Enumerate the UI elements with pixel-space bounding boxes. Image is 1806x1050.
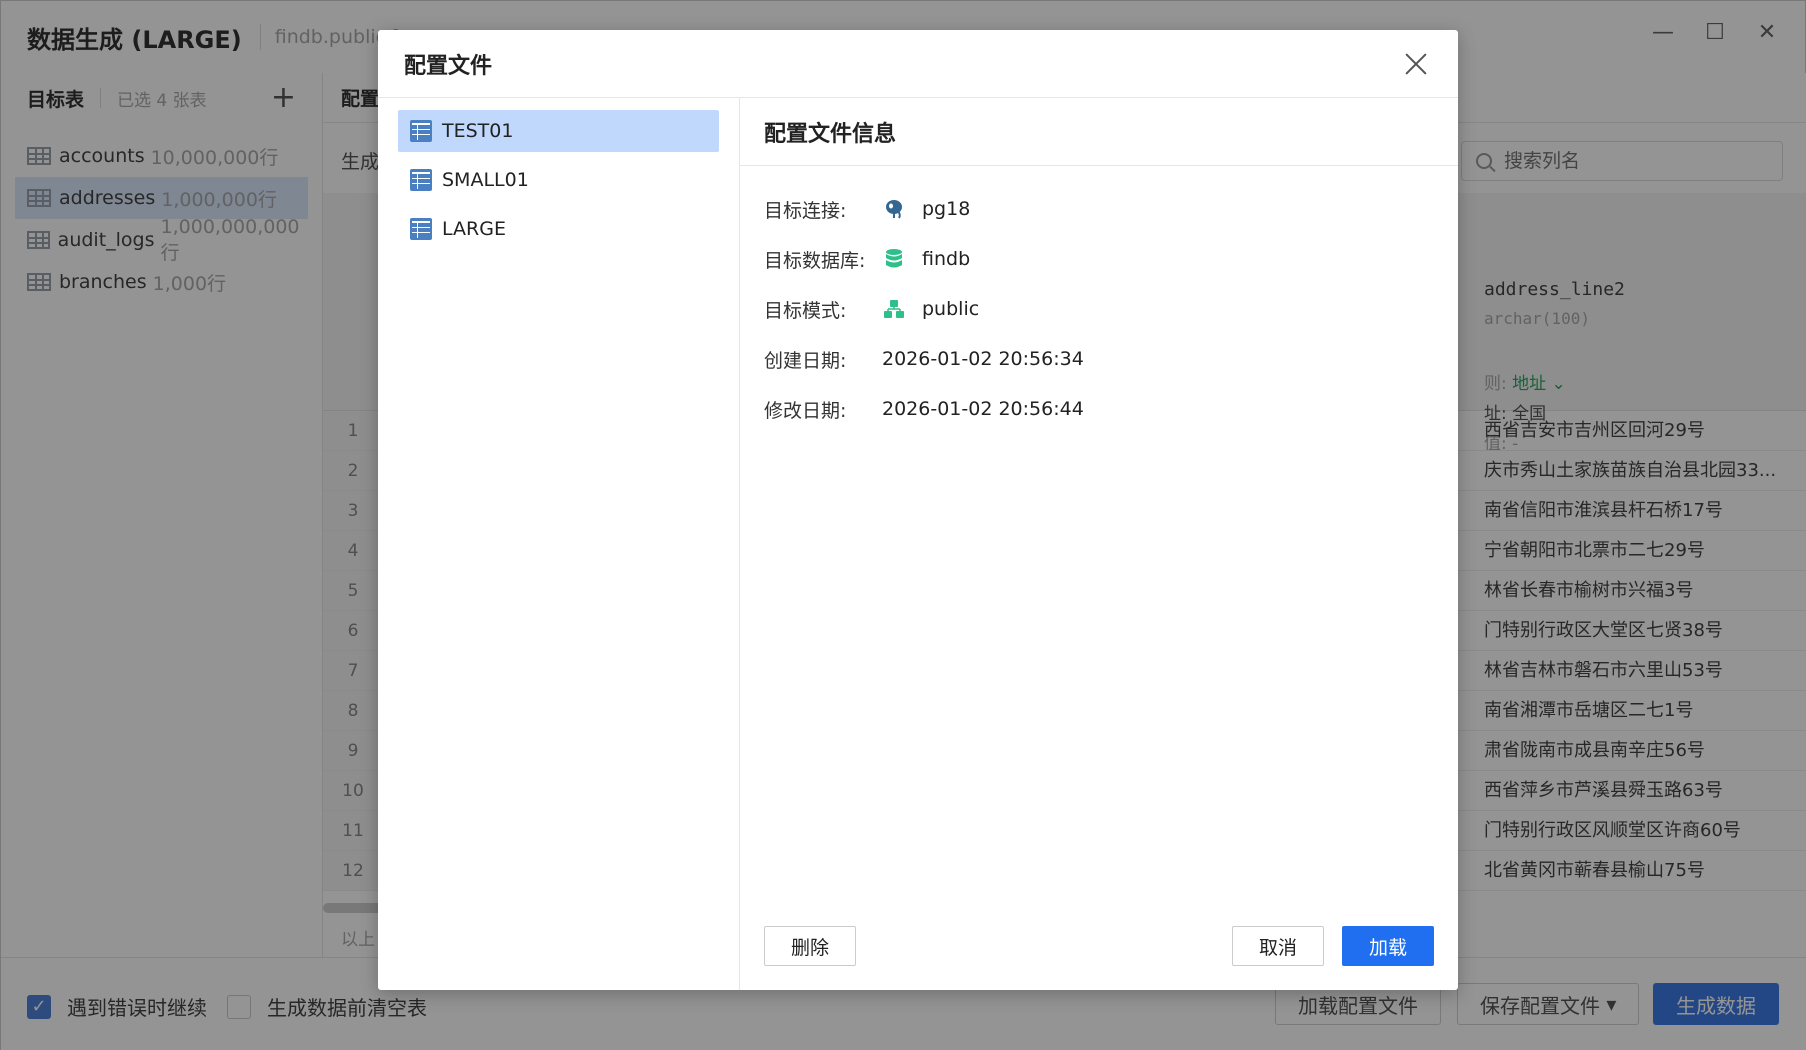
profile-dialog: 配置文件 TEST01 SMALL01 LARGE 配置文件信息 目标连接: p… xyxy=(378,30,1458,990)
profile-list: TEST01 SMALL01 LARGE xyxy=(378,98,740,990)
info-row-schema: 目标模式: public xyxy=(764,284,1434,334)
info-value: public xyxy=(922,298,980,320)
delete-button[interactable]: 删除 xyxy=(764,926,857,966)
profile-item-large[interactable]: LARGE xyxy=(398,208,719,250)
info-label: 目标数据库: xyxy=(764,249,866,272)
profile-table-icon xyxy=(410,169,432,191)
info-label: 目标模式: xyxy=(764,299,847,322)
info-row-connection: 目标连接: pg18 xyxy=(764,184,1434,234)
profile-name: LARGE xyxy=(442,218,506,240)
info-value: 2026-01-02 20:56:34 xyxy=(882,348,1084,370)
info-row-modified: 修改日期: 2026-01-02 20:56:44 xyxy=(764,384,1434,434)
info-value: findb xyxy=(922,248,971,270)
info-row-database: 目标数据库: findb xyxy=(764,234,1434,284)
profile-info-title: 配置文件信息 xyxy=(740,98,1458,166)
dialog-title: 配置文件 xyxy=(404,53,493,79)
profile-table-icon xyxy=(410,120,432,142)
database-icon xyxy=(882,247,906,271)
info-label: 创建日期: xyxy=(764,349,847,372)
schema-icon xyxy=(882,297,906,321)
profile-name: TEST01 xyxy=(442,120,514,142)
load-button[interactable]: 加载 xyxy=(1341,926,1434,966)
profile-item-test01[interactable]: TEST01 xyxy=(398,110,719,152)
profile-info-panel: 配置文件信息 目标连接: pg18 目标数据库: findb 目标模式: pub… xyxy=(740,98,1458,990)
profile-item-small01[interactable]: SMALL01 xyxy=(398,159,719,201)
info-row-created: 创建日期: 2026-01-02 20:56:34 xyxy=(764,334,1434,384)
close-icon[interactable] xyxy=(1404,52,1428,76)
cancel-button[interactable]: 取消 xyxy=(1231,926,1324,966)
dialog-footer: 删除 取消 加载 xyxy=(764,926,1434,966)
info-value: 2026-01-02 20:56:44 xyxy=(882,398,1084,420)
profile-info-rows: 目标连接: pg18 目标数据库: findb 目标模式: public 创建日… xyxy=(740,166,1458,434)
info-label: 修改日期: xyxy=(764,399,847,422)
postgres-icon xyxy=(882,197,906,221)
info-value: pg18 xyxy=(922,198,971,220)
profile-table-icon xyxy=(410,218,432,240)
dialog-header: 配置文件 xyxy=(378,30,1458,98)
info-label: 目标连接: xyxy=(764,199,847,222)
profile-name: SMALL01 xyxy=(442,169,529,191)
